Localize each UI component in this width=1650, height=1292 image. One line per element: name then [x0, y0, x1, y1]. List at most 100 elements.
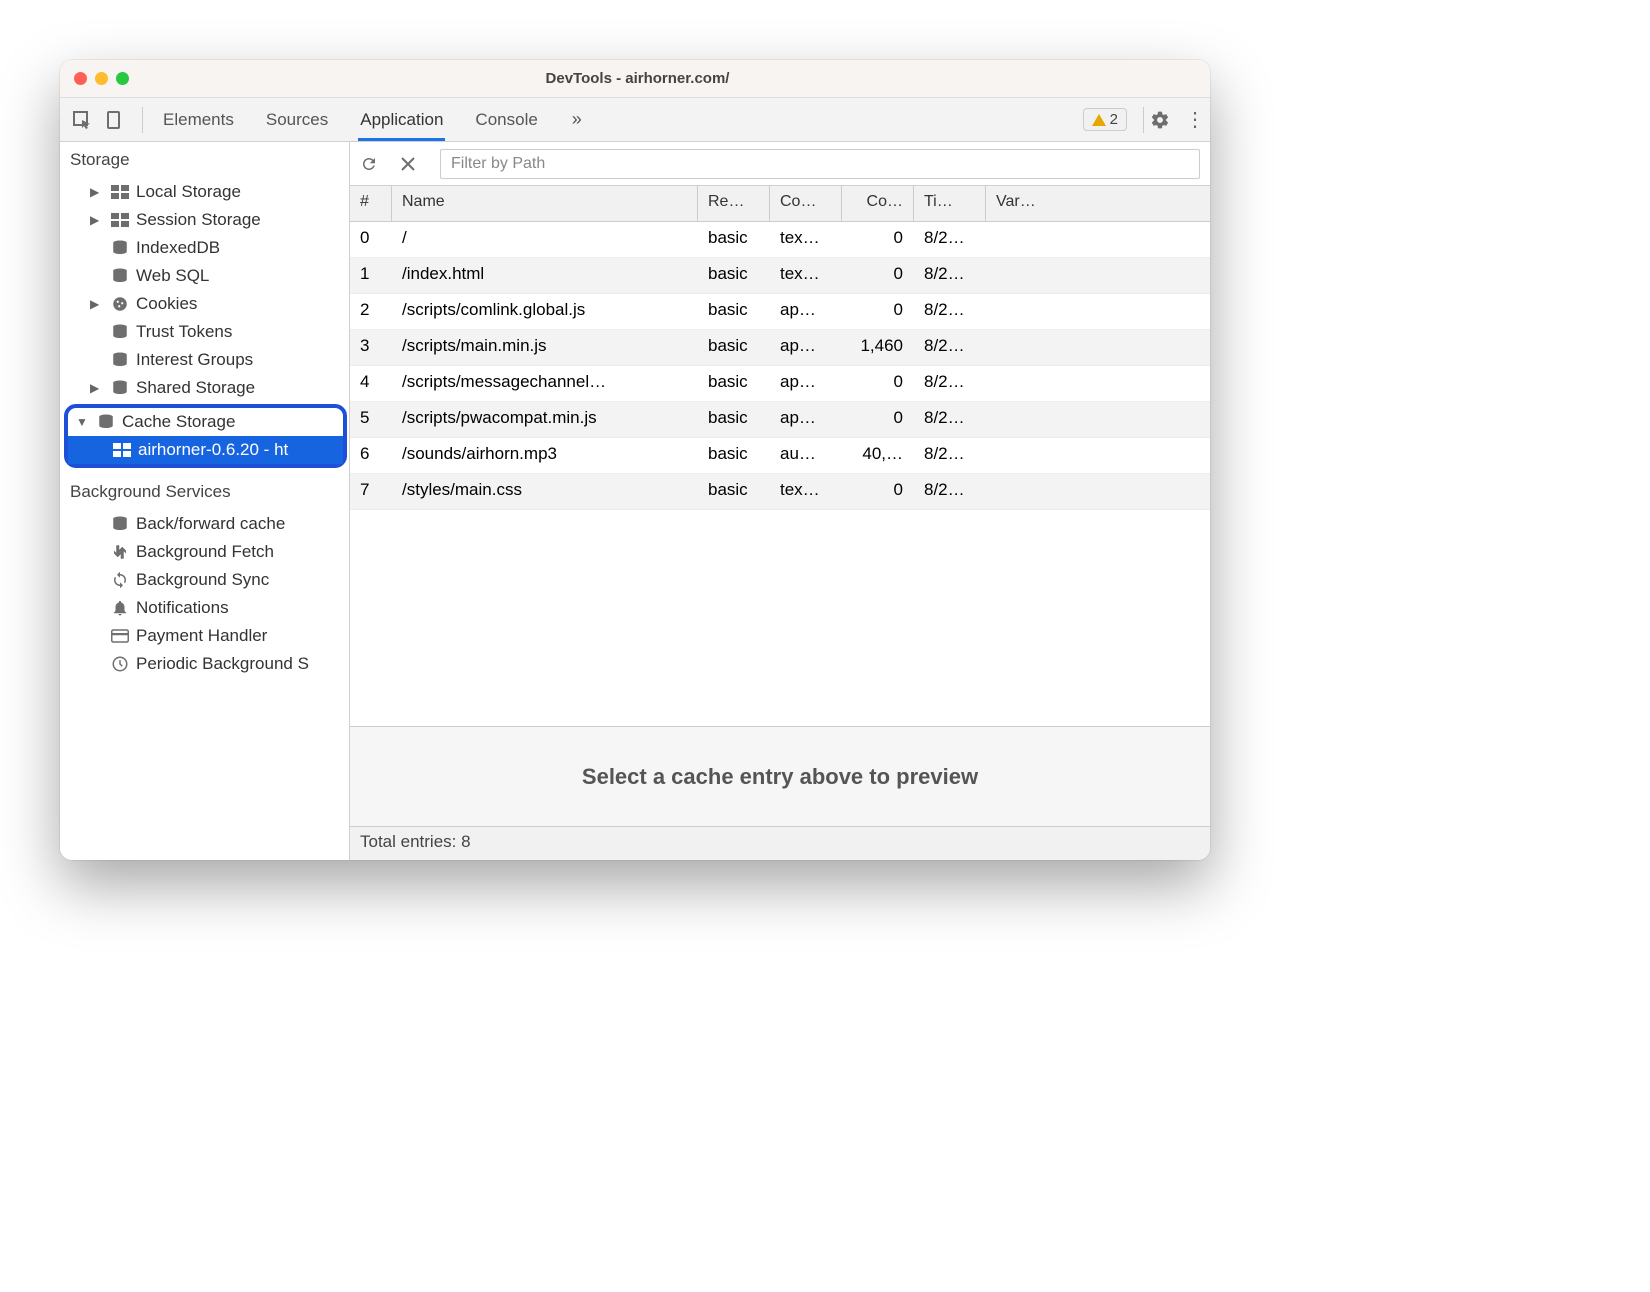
sidebar-item-bg-fetch[interactable]: Background Fetch: [60, 538, 349, 566]
cell-content-type: ap…: [770, 402, 842, 437]
table-row[interactable]: 4/scripts/messagechannel…basicap…08/2…: [350, 366, 1210, 402]
sidebar-item-cookies[interactable]: ▶ Cookies: [60, 290, 349, 318]
cell-index: 6: [350, 438, 392, 473]
sidebar-item-websql[interactable]: Web SQL: [60, 262, 349, 290]
tab-application[interactable]: Application: [358, 100, 445, 140]
chevron-down-icon: ▼: [76, 415, 90, 429]
col-time[interactable]: Ti…: [914, 186, 986, 221]
cell-vary: [986, 402, 1210, 437]
sidebar-item-session-storage[interactable]: ▶ Session Storage: [60, 206, 349, 234]
close-icon[interactable]: [74, 72, 87, 85]
grid-icon: [112, 443, 132, 457]
cell-index: 5: [350, 402, 392, 437]
cell-content-length: 1,460: [842, 330, 914, 365]
maximize-icon[interactable]: [116, 72, 129, 85]
card-icon: [110, 629, 130, 643]
col-content-length[interactable]: Co…: [842, 186, 914, 221]
sidebar-item-label: Interest Groups: [136, 350, 253, 370]
sidebar-item-cache-instance[interactable]: airhorner-0.6.20 - ht: [68, 436, 343, 464]
sidebar-item-cache-storage[interactable]: ▼ Cache Storage: [68, 408, 343, 436]
cell-name: /scripts/pwacompat.min.js: [392, 402, 698, 437]
sidebar-item-label: Periodic Background S: [136, 654, 309, 674]
cell-index: 7: [350, 474, 392, 509]
cell-time: 8/2…: [914, 258, 986, 293]
more-tabs-icon[interactable]: »: [572, 109, 582, 130]
minimize-icon[interactable]: [95, 72, 108, 85]
device-icon[interactable]: [106, 110, 124, 130]
filter-input[interactable]: [440, 149, 1200, 179]
sidebar-item-trust-tokens[interactable]: Trust Tokens: [60, 318, 349, 346]
tab-sources[interactable]: Sources: [264, 100, 330, 140]
database-icon: [110, 515, 130, 533]
sidebar-item-bg-sync[interactable]: Background Sync: [60, 566, 349, 594]
devtools-tabbar: Elements Sources Application Console » 2…: [60, 98, 1210, 142]
cell-name: /scripts/main.min.js: [392, 330, 698, 365]
sidebar-item-label: Cache Storage: [122, 412, 235, 432]
col-response[interactable]: Re…: [698, 186, 770, 221]
col-vary[interactable]: Var…: [986, 186, 1210, 221]
refresh-icon[interactable]: [360, 155, 388, 173]
table-row[interactable]: 2/scripts/comlink.global.jsbasicap…08/2…: [350, 294, 1210, 330]
table-row[interactable]: 5/scripts/pwacompat.min.jsbasicap…08/2…: [350, 402, 1210, 438]
table-row[interactable]: 3/scripts/main.min.jsbasicap…1,4608/2…: [350, 330, 1210, 366]
cell-vary: [986, 366, 1210, 401]
sidebar-item-label: Web SQL: [136, 266, 209, 286]
warnings-badge[interactable]: 2: [1083, 108, 1127, 131]
cell-vary: [986, 258, 1210, 293]
table-row[interactable]: 7/styles/main.cssbasictex…08/2…: [350, 474, 1210, 510]
main-panel: # Name Re… Co… Co… Ti… Var… 0/basictex…0…: [350, 142, 1210, 860]
sidebar-item-interest-groups[interactable]: Interest Groups: [60, 346, 349, 374]
cell-content-length: 0: [842, 294, 914, 329]
footer: Total entries: 8: [350, 826, 1210, 860]
col-name[interactable]: Name: [392, 186, 698, 221]
cell-vary: [986, 222, 1210, 257]
chevron-right-icon: ▶: [90, 381, 104, 395]
database-icon: [110, 267, 130, 285]
cell-response: basic: [698, 366, 770, 401]
sidebar-item-label: Trust Tokens: [136, 322, 232, 342]
sidebar-item-payment[interactable]: Payment Handler: [60, 622, 349, 650]
close-icon[interactable]: [400, 156, 428, 172]
sidebar-item-label: Payment Handler: [136, 626, 267, 646]
sidebar-item-notifications[interactable]: Notifications: [60, 594, 349, 622]
kebab-icon[interactable]: ⋮: [1180, 107, 1210, 132]
table-row[interactable]: 6/sounds/airhorn.mp3basicau…40,…8/2…: [350, 438, 1210, 474]
sidebar-item-label: Shared Storage: [136, 378, 255, 398]
sidebar-item-label: Session Storage: [136, 210, 261, 230]
cell-content-type: ap…: [770, 366, 842, 401]
col-content-type[interactable]: Co…: [770, 186, 842, 221]
table-row[interactable]: 1/index.htmlbasictex…08/2…: [350, 258, 1210, 294]
devtools-window: DevTools - airhorner.com/ Elements Sourc…: [60, 60, 1210, 860]
cell-content-length: 0: [842, 402, 914, 437]
cell-name: /index.html: [392, 258, 698, 293]
sidebar-item-indexeddb[interactable]: IndexedDB: [60, 234, 349, 262]
cell-content-length: 0: [842, 474, 914, 509]
cell-vary: [986, 294, 1210, 329]
sidebar-item-shared-storage[interactable]: ▶ Shared Storage: [60, 374, 349, 402]
cell-response: basic: [698, 402, 770, 437]
database-icon: [110, 379, 130, 397]
database-icon: [110, 351, 130, 369]
bg-services-heading: Background Services: [60, 474, 349, 510]
sidebar-item-bf-cache[interactable]: Back/forward cache: [60, 510, 349, 538]
chevron-right-icon: ▶: [90, 185, 104, 199]
cell-time: 8/2…: [914, 474, 986, 509]
sidebar-item-local-storage[interactable]: ▶ Local Storage: [60, 178, 349, 206]
fetch-icon: [110, 543, 130, 561]
chevron-right-icon: ▶: [90, 213, 104, 227]
inspect-icon[interactable]: [72, 110, 92, 130]
cell-content-type: ap…: [770, 330, 842, 365]
tab-elements[interactable]: Elements: [161, 100, 236, 140]
cell-index: 3: [350, 330, 392, 365]
bell-icon: [110, 599, 130, 617]
sidebar-item-periodic[interactable]: Periodic Background S: [60, 650, 349, 678]
sidebar-item-label: IndexedDB: [136, 238, 220, 258]
tab-console[interactable]: Console: [473, 100, 539, 140]
col-index[interactable]: #: [350, 186, 392, 221]
cell-content-type: tex…: [770, 258, 842, 293]
cell-content-type: au…: [770, 438, 842, 473]
gear-icon[interactable]: [1150, 110, 1180, 130]
cell-name: /sounds/airhorn.mp3: [392, 438, 698, 473]
panel-tabs: Elements Sources Application Console: [149, 100, 552, 140]
table-row[interactable]: 0/basictex…08/2…: [350, 222, 1210, 258]
